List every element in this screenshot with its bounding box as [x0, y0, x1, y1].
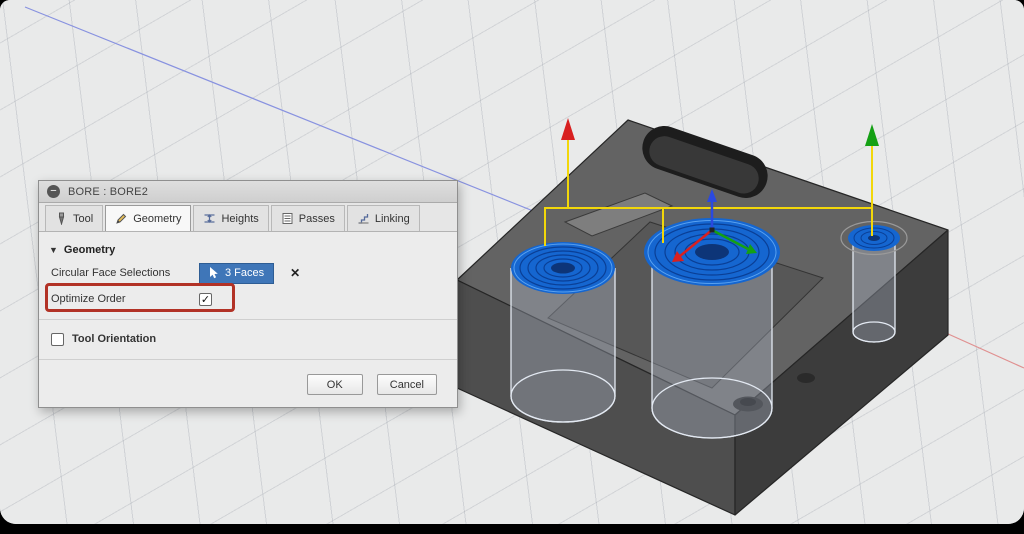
dialog-tabs: Tool Geometry Heights Passes Linking	[39, 203, 457, 232]
checkmark-icon: ✓	[200, 293, 211, 306]
dialog-header[interactable]: − BORE : BORE2	[39, 181, 457, 203]
faces-selection-chip[interactable]: 3 Faces	[199, 262, 275, 284]
ok-button[interactable]: OK	[306, 374, 363, 395]
clear-selection-icon[interactable]: ✕	[290, 266, 300, 280]
divider	[39, 319, 457, 320]
tab-passes[interactable]: Passes	[270, 205, 345, 231]
tab-label-tool: Tool	[73, 212, 94, 225]
heights-tab-icon	[203, 212, 216, 225]
dialog-body: ▼ Geometry Circular Face Selections 3 Fa…	[39, 232, 457, 407]
bore-dialog: − BORE : BORE2 Tool Geometry Heights Pas…	[38, 180, 458, 408]
optimize-order-label: Optimize Order	[51, 293, 126, 305]
cancel-button[interactable]: Cancel	[376, 374, 437, 395]
edge-notch	[797, 373, 815, 383]
tool-orientation-row: Tool Orientation	[39, 326, 457, 352]
tool-orientation-checkbox[interactable]	[51, 332, 64, 346]
bore-face-1[interactable]	[511, 242, 615, 294]
geometry-tab-icon	[115, 212, 128, 225]
green-arrowhead	[865, 124, 879, 146]
section-collapse-icon: ▼	[49, 245, 58, 255]
application-window: − BORE : BORE2 Tool Geometry Heights Pas…	[0, 0, 1024, 524]
tab-heights[interactable]: Heights	[193, 205, 269, 231]
origin-point	[709, 227, 715, 233]
dialog-title: BORE : BORE2	[68, 185, 149, 198]
tab-label-passes: Passes	[298, 212, 335, 225]
passes-tab-icon	[281, 212, 294, 225]
geometry-section-toggle[interactable]: ▼ Geometry	[39, 238, 457, 260]
geometry-section-label: Geometry	[63, 244, 116, 256]
tab-label-linking: Linking	[374, 212, 410, 225]
red-arrowhead	[561, 118, 575, 140]
cursor-icon	[210, 267, 218, 279]
dialog-footer: OK Cancel	[39, 360, 457, 395]
tab-linking[interactable]: Linking	[346, 205, 420, 231]
tool-orientation-label: Tool Orientation	[72, 333, 157, 345]
faces-chip-label: 3 Faces	[225, 267, 265, 279]
optimize-order-checkbox[interactable]: ✓	[199, 292, 212, 306]
collapse-dialog-icon[interactable]: −	[47, 185, 60, 198]
tab-label-heights: Heights	[221, 212, 259, 225]
circular-face-selections-label: Circular Face Selections	[51, 267, 171, 279]
tab-label-geometry: Geometry	[133, 212, 182, 225]
minus-glyph: −	[50, 185, 57, 197]
tab-geometry[interactable]: Geometry	[105, 205, 192, 231]
x-axis-line	[945, 332, 1024, 369]
linking-tab-icon	[357, 212, 370, 225]
bore-face-3[interactable]	[848, 225, 900, 251]
tool-tab-icon	[55, 212, 68, 225]
tab-tool[interactable]: Tool	[45, 205, 104, 231]
optimize-order-row: Optimize Order ✓	[39, 283, 457, 312]
circular-face-selections-row: Circular Face Selections 3 Faces ✕	[39, 260, 457, 286]
